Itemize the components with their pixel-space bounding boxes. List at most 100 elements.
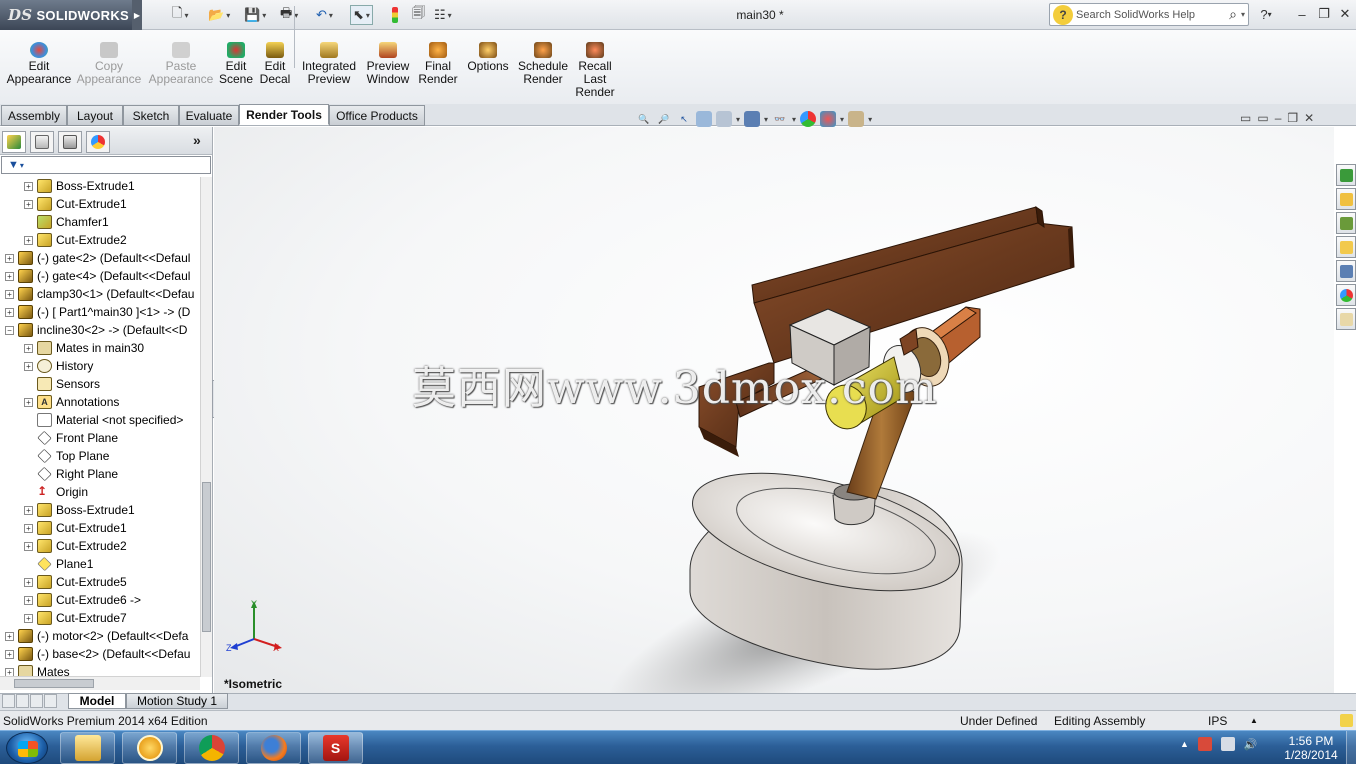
tree-expand-toggle[interactable]: + (5, 631, 14, 641)
task-pane-resources[interactable] (1336, 164, 1356, 186)
tab-feature-manager[interactable] (2, 131, 26, 153)
tree-item[interactable]: − incline30<2> -> (Default<<D (0, 321, 200, 339)
tab-model[interactable]: Model (68, 693, 126, 709)
render-options-button[interactable]: Options (464, 42, 512, 73)
save-button[interactable]: 💾 ▾ (244, 5, 266, 25)
start-button[interactable] (6, 732, 48, 764)
restore-button[interactable]: ❐ (1314, 5, 1334, 23)
system-clock[interactable]: 1:56 PM 1/28/2014 (1280, 734, 1342, 762)
tree-horizontal-scrollbar[interactable] (0, 676, 200, 690)
taskbar-chrome[interactable] (184, 732, 239, 764)
schedule-render-button[interactable]: Schedule Render (516, 42, 570, 86)
tile-horizontal-icon[interactable]: ▭ (1240, 111, 1251, 125)
tree-item[interactable]: Plane1 (0, 555, 200, 573)
tree-item[interactable]: + (-) gate<2> (Default<<Defaul (0, 249, 200, 267)
tree-item[interactable]: + clamp30<1> (Default<<Defau (0, 285, 200, 303)
tab-next-arrow[interactable] (30, 694, 43, 708)
open-button[interactable]: 📂 ▾ (208, 5, 230, 25)
tree-expand-toggle[interactable]: + (5, 271, 14, 281)
edit-appearance-button[interactable]: Edit Appearance (7, 42, 71, 86)
tab-display-manager[interactable] (86, 131, 110, 153)
task-pane-custom-properties[interactable] (1336, 308, 1356, 330)
tree-item[interactable]: + Mates in main30 (0, 339, 200, 357)
chevron-down-icon[interactable]: ▾ (868, 115, 872, 124)
view-orientation-icon[interactable] (716, 111, 732, 127)
taskbar-explorer[interactable] (60, 732, 115, 764)
tree-expand-toggle[interactable]: + (24, 613, 33, 623)
tree-expand-toggle[interactable]: + (24, 397, 33, 407)
undo-button[interactable]: ↶ ▾ (316, 5, 333, 25)
tree-item[interactable]: + Cut-Extrude7 (0, 609, 200, 627)
tree-item[interactable]: + (-) [ Part1^main30 ]<1> -> (D (0, 303, 200, 321)
show-desktop-button[interactable] (1346, 731, 1356, 765)
search-icon[interactable]: ⌕ (1229, 6, 1237, 23)
taskbar-firefox[interactable] (246, 732, 301, 764)
tab-property-manager[interactable] (30, 131, 54, 153)
hide-show-items-icon[interactable]: 👓 (772, 111, 788, 127)
edit-decal-button[interactable]: Edit Decal (258, 42, 292, 86)
tree-item[interactable]: + Cut-Extrude1 (0, 195, 200, 213)
tree-expand-toggle[interactable]: + (24, 235, 33, 245)
tree-item[interactable]: Right Plane (0, 465, 200, 483)
rebuild-button[interactable] (392, 5, 398, 25)
options-button[interactable]: ☷ ▾ (434, 5, 452, 25)
close-button[interactable]: ✕ (1335, 5, 1355, 23)
tab-evaluate[interactable]: Evaluate (179, 105, 239, 126)
taskbar-media-player[interactable] (122, 732, 177, 764)
chevron-down-icon[interactable]: ▾ (764, 115, 768, 124)
chevron-down-icon[interactable]: ▾ (262, 11, 266, 20)
tree-item[interactable]: + (-) gate<4> (Default<<Defaul (0, 267, 200, 285)
units-status[interactable]: IPS (1208, 714, 1227, 728)
section-view-icon[interactable] (696, 111, 712, 127)
help-search-box[interactable]: ? Search SolidWorks Help ⌕ ▾ (1049, 3, 1249, 26)
tile-vertical-icon[interactable]: ▭ (1257, 111, 1268, 125)
tray-expand-icon[interactable]: ▲ (1180, 739, 1189, 749)
tree-filter[interactable]: ▼ ▾ (1, 156, 211, 174)
tab-office-products[interactable]: Office Products (329, 105, 425, 126)
search-input[interactable]: Search SolidWorks Help (1076, 9, 1195, 21)
scrollbar-thumb[interactable] (202, 482, 211, 632)
tree-expand-toggle[interactable]: + (5, 253, 14, 263)
chevron-down-icon[interactable]: ▾ (366, 11, 370, 20)
task-pane-design-library[interactable] (1336, 212, 1356, 234)
viewport-restore-icon[interactable]: ❐ (1287, 111, 1298, 125)
menu-expand-arrow[interactable]: ▶ (132, 0, 142, 30)
task-pane-appearances[interactable] (1336, 284, 1356, 306)
print-button[interactable]: 🖶 ▾ (280, 5, 298, 25)
tree-expand-toggle[interactable]: + (24, 361, 33, 371)
tab-render-tools[interactable]: Render Tools (239, 104, 329, 125)
tree-item[interactable]: Top Plane (0, 447, 200, 465)
final-render-button[interactable]: Final Render (418, 42, 458, 86)
help-button[interactable]: ? ▾ (1256, 5, 1276, 23)
tree-expand-toggle[interactable]: + (24, 523, 33, 533)
tree-expand-toggle[interactable]: − (5, 325, 14, 335)
tree-item[interactable]: Chamfer1 (0, 213, 200, 231)
tree-item[interactable]: Front Plane (0, 429, 200, 447)
tree-vertical-scrollbar[interactable] (200, 177, 212, 677)
apply-scene-icon[interactable] (820, 111, 837, 127)
viewport-close-icon[interactable]: ✕ (1304, 111, 1314, 125)
tree-expand-toggle[interactable]: + (24, 181, 33, 191)
select-button[interactable]: ⬉ ▾ (350, 5, 373, 25)
tree-item[interactable]: + History (0, 357, 200, 375)
tree-expand-toggle[interactable]: + (24, 199, 33, 209)
volume-icon[interactable]: 🔊 (1244, 738, 1258, 751)
tab-assembly[interactable]: Assembly (1, 105, 67, 126)
tab-configuration-manager[interactable] (58, 131, 82, 153)
zoom-to-area-icon[interactable]: 🔎 (656, 111, 672, 127)
tree-item[interactable]: + Boss-Extrude1 (0, 501, 200, 519)
edit-appearance-icon[interactable] (800, 111, 817, 127)
tree-item[interactable]: + Cut-Extrude5 (0, 573, 200, 591)
tree-expand-toggle[interactable]: + (5, 307, 14, 317)
tree-item[interactable]: + Cut-Extrude1 (0, 519, 200, 537)
tab-last-arrow[interactable] (44, 694, 57, 708)
chevron-down-icon[interactable]: ▾ (840, 115, 844, 124)
tab-sketch[interactable]: Sketch (123, 105, 179, 126)
expand-panel-icon[interactable]: » (193, 132, 201, 148)
solidworks-logo[interactable]: DS SOLIDWORKS (0, 0, 132, 30)
action-center-icon[interactable] (1197, 737, 1212, 751)
preview-window-button[interactable]: Preview Window (364, 42, 412, 86)
tree-expand-toggle[interactable]: + (24, 343, 33, 353)
chevron-down-icon[interactable]: ▾ (1241, 10, 1245, 19)
tree-item[interactable]: + A Annotations (0, 393, 200, 411)
